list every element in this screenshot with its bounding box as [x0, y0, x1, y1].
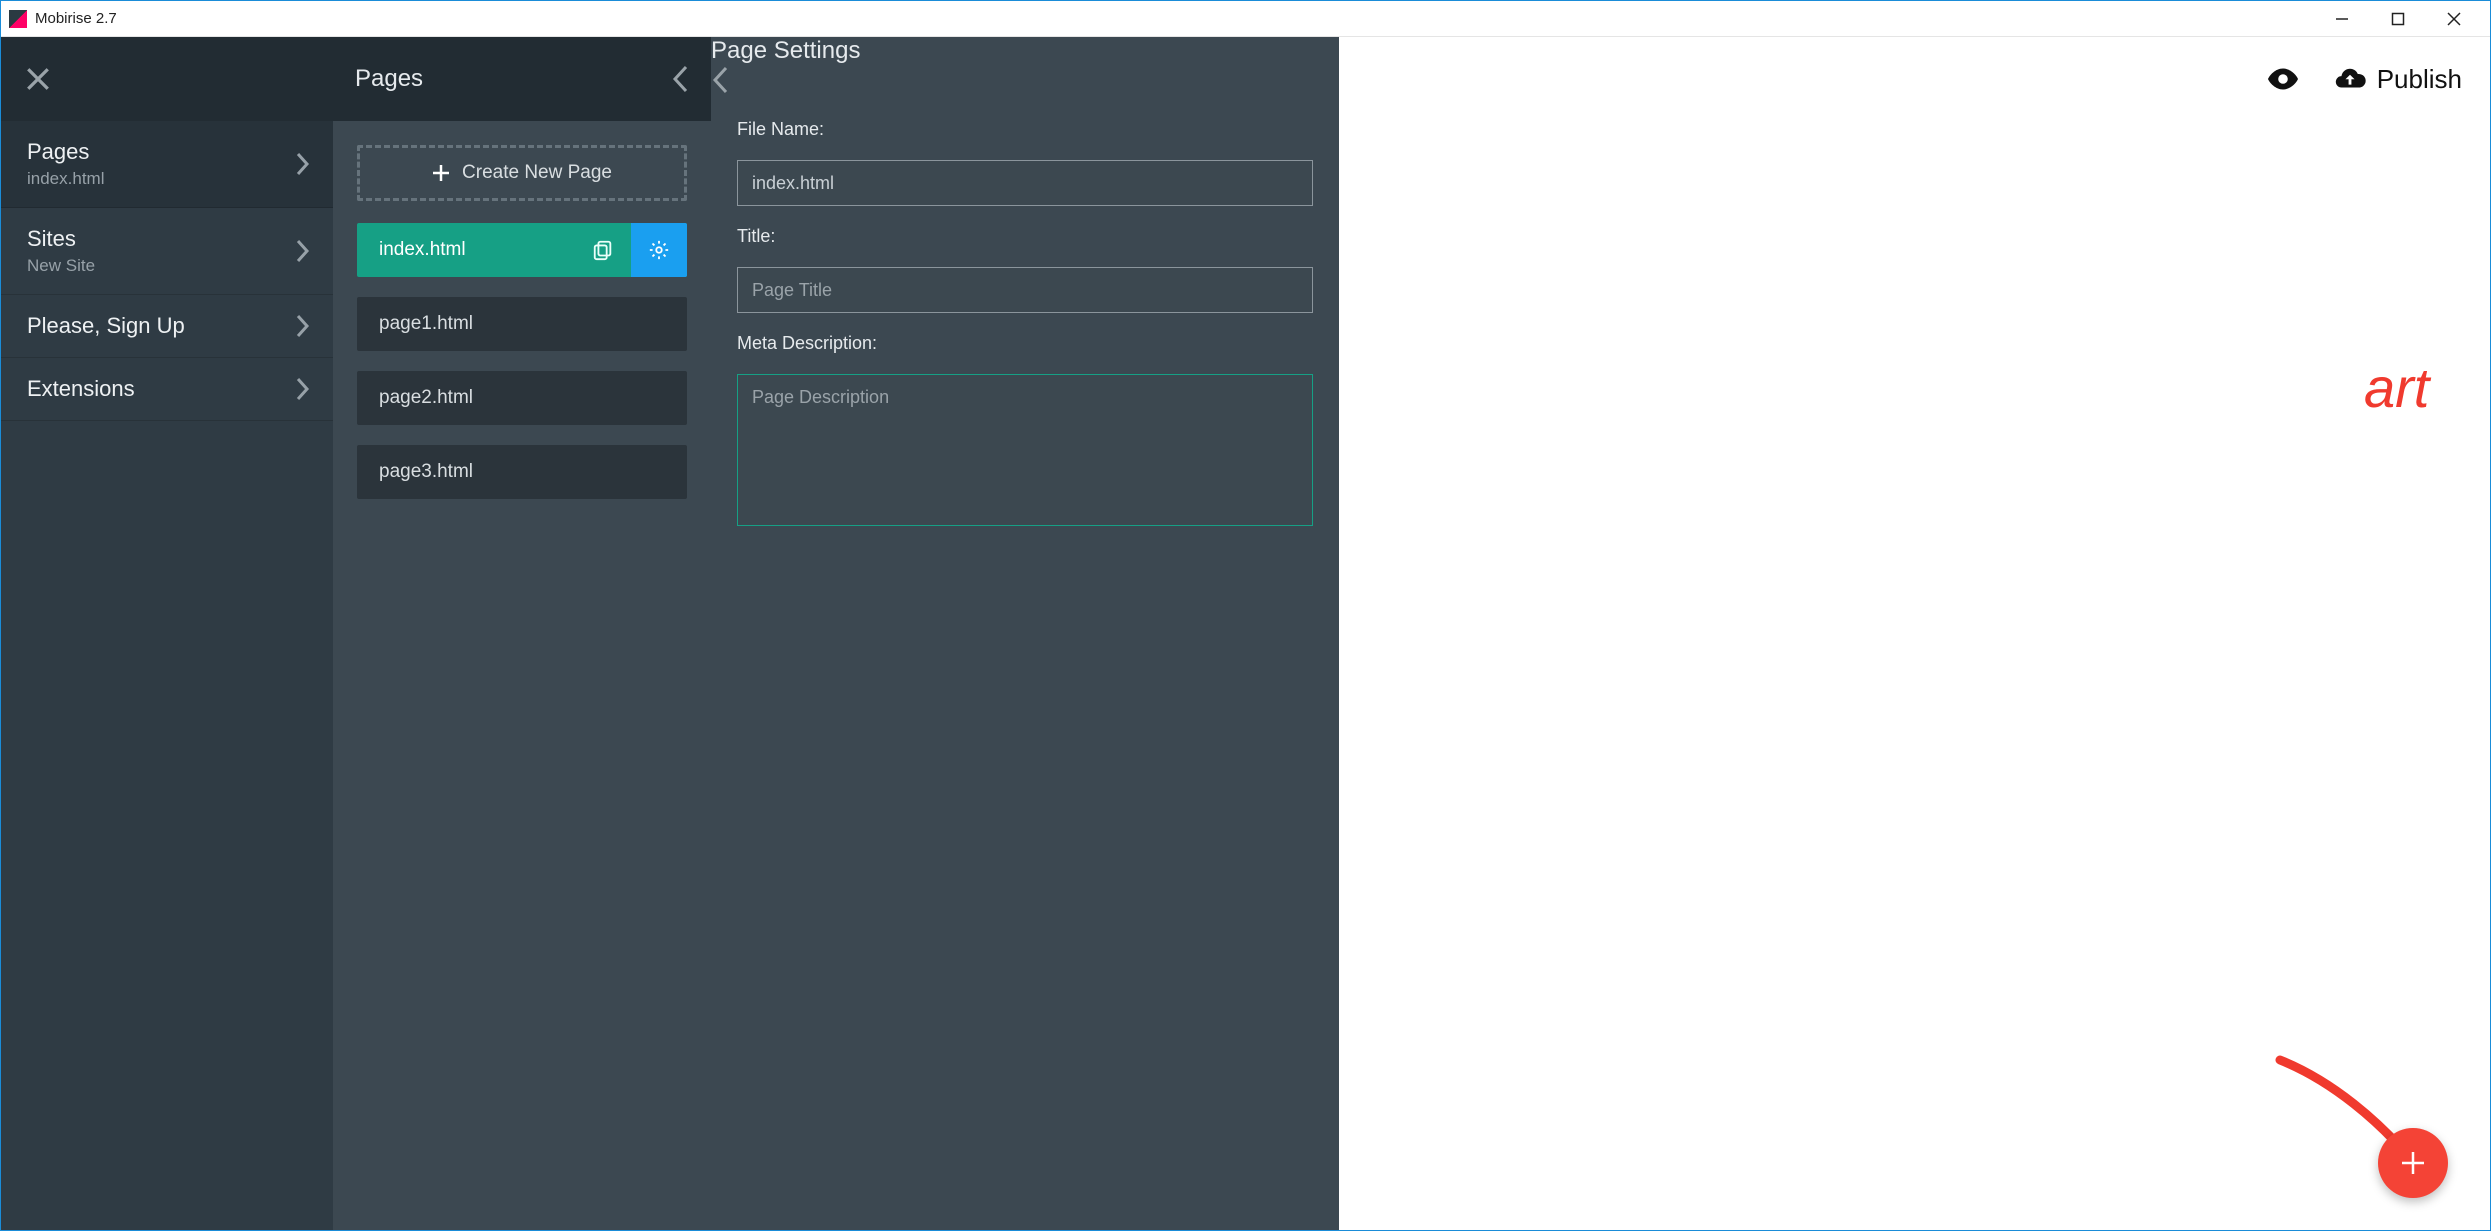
app-icon — [9, 10, 27, 28]
duplicate-page-button[interactable] — [575, 223, 631, 277]
chevron-right-icon — [295, 313, 311, 339]
title-input[interactable] — [737, 267, 1313, 313]
page-settings-header: Page Settings — [711, 37, 1339, 95]
page-item-label: index.html — [379, 239, 575, 261]
plus-icon — [2400, 1150, 2426, 1176]
window-minimize-button[interactable] — [2314, 1, 2370, 37]
page-item-label: page3.html — [379, 461, 473, 483]
pages-panel-back-button[interactable] — [671, 64, 689, 94]
plus-icon — [432, 164, 450, 182]
title-label: Title: — [737, 226, 1313, 247]
pages-panel: Pages Create New Page index.html — [333, 37, 711, 1230]
handwriting-annotation: art — [2364, 337, 2484, 457]
window-titlebar: Mobirise 2.7 — [1, 1, 2490, 37]
page-settings-button[interactable] — [631, 223, 687, 277]
chevron-right-icon — [295, 151, 311, 177]
page-settings-title: Page Settings — [711, 37, 1339, 65]
preview-button[interactable] — [2265, 61, 2301, 97]
sidebar-item-label: Extensions — [27, 376, 295, 402]
publish-label: Publish — [2377, 64, 2462, 95]
meta-description-input[interactable] — [737, 374, 1313, 526]
sidebar-item-label: Pages — [27, 139, 295, 165]
window-title: Mobirise 2.7 — [35, 10, 117, 27]
create-new-page-label: Create New Page — [462, 162, 612, 184]
sidebar-item[interactable]: Sites New Site — [1, 208, 333, 295]
chevron-right-icon — [295, 376, 311, 402]
sidebar: Pages index.html Sites New Site Please, … — [1, 37, 333, 1230]
page-settings-panel: Page Settings File Name: Title: Meta Des… — [711, 37, 1339, 1230]
file-name-label: File Name: — [737, 119, 1313, 140]
page-item-label: page1.html — [379, 313, 473, 335]
sidebar-item[interactable]: Please, Sign Up — [1, 295, 333, 358]
chevron-right-icon — [295, 238, 311, 264]
sidebar-item-sublabel: index.html — [27, 169, 295, 189]
cloud-upload-icon — [2333, 62, 2367, 96]
close-sidebar-button[interactable] — [23, 64, 53, 94]
meta-description-label: Meta Description: — [737, 333, 1313, 354]
sidebar-item[interactable]: Pages index.html — [1, 121, 333, 208]
app-window: Mobirise 2.7 Pages index.html — [0, 0, 2491, 1231]
pages-panel-header: Pages — [333, 37, 711, 121]
page-list-item[interactable]: page3.html — [357, 445, 687, 499]
pages-panel-title: Pages — [355, 65, 671, 93]
pages-panel-body: Create New Page index.html page1.html pag… — [333, 121, 711, 543]
page-settings-body: File Name: Title: Meta Description: — [711, 95, 1339, 550]
sidebar-item-sublabel: New Site — [27, 256, 295, 276]
top-right-actions: Publish — [2237, 37, 2490, 121]
sidebar-item-label: Sites — [27, 226, 295, 252]
svg-text:art: art — [2364, 356, 2432, 419]
main-area: Pages index.html Sites New Site Please, … — [1, 37, 2490, 1230]
publish-button[interactable]: Publish — [2333, 62, 2462, 96]
page-list-item[interactable]: index.html — [357, 223, 687, 277]
file-name-input[interactable] — [737, 160, 1313, 206]
canvas-area: Publish art — [1339, 37, 2490, 1230]
add-block-fab[interactable] — [2378, 1128, 2448, 1198]
window-maximize-button[interactable] — [2370, 1, 2426, 37]
page-list-item[interactable]: page1.html — [357, 297, 687, 351]
page-settings-back-button[interactable] — [711, 65, 1339, 95]
sidebar-header — [1, 37, 333, 121]
panel-stack: Pages index.html Sites New Site Please, … — [1, 37, 1339, 1230]
page-item-label: page2.html — [379, 387, 473, 409]
create-new-page-button[interactable]: Create New Page — [357, 145, 687, 201]
window-close-button[interactable] — [2426, 1, 2482, 37]
page-list-item[interactable]: page2.html — [357, 371, 687, 425]
sidebar-item-label: Please, Sign Up — [27, 313, 295, 339]
sidebar-item[interactable]: Extensions — [1, 358, 333, 421]
